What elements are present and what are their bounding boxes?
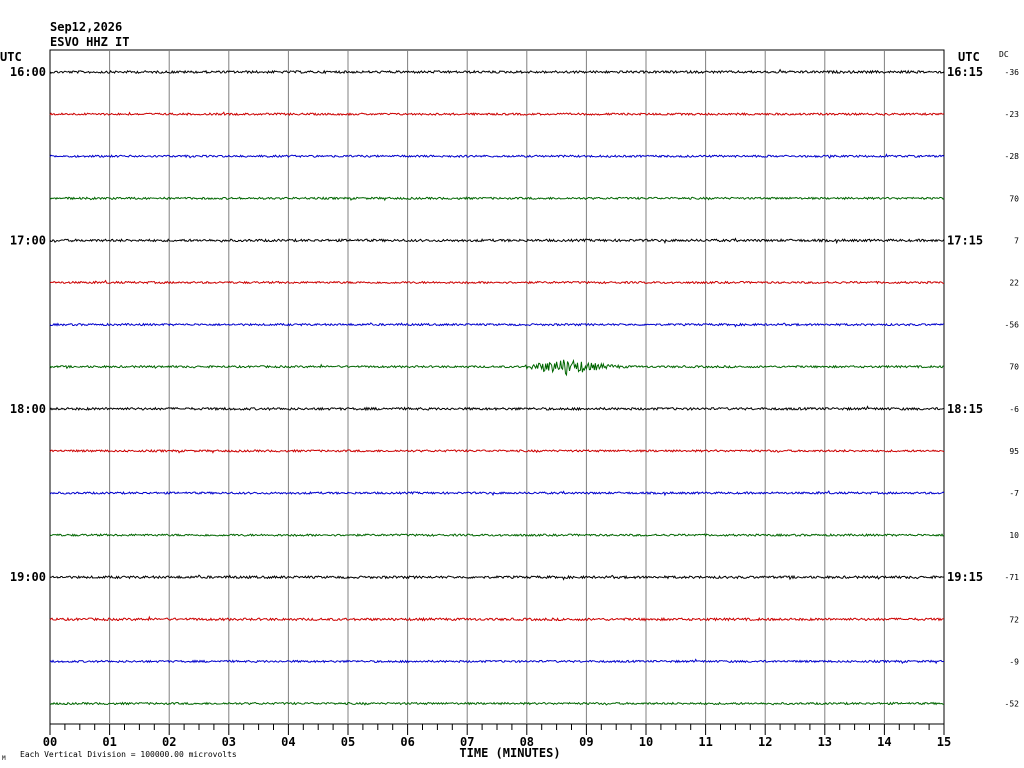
- dc-offset-label: 70: [1009, 363, 1019, 372]
- x-tick-label: 11: [698, 735, 712, 749]
- dc-offset-label: -6: [1009, 405, 1019, 414]
- left-time-label: 19:00: [10, 570, 46, 584]
- dc-offset-label: -36: [1005, 68, 1020, 77]
- x-tick-label: 14: [877, 735, 891, 749]
- x-tick-label: 03: [222, 735, 236, 749]
- right-time-label: 16:15: [947, 65, 983, 79]
- footer-mark: M: [2, 755, 6, 762]
- x-tick-label: 12: [758, 735, 772, 749]
- x-tick-label: 02: [162, 735, 176, 749]
- dc-offset-label: 70: [1009, 194, 1019, 203]
- dc-offset-label: -71: [1005, 573, 1020, 582]
- dc-offset-label: 7: [1014, 236, 1019, 245]
- x-tick-label: 06: [400, 735, 414, 749]
- left-time-label: 18:00: [10, 402, 46, 416]
- dc-offset-label: 95: [1009, 447, 1019, 456]
- dc-header-label: DC: [999, 50, 1009, 59]
- dc-offset-label: -28: [1005, 152, 1020, 161]
- x-tick-label: 05: [341, 735, 355, 749]
- header-station: ESVO HHZ IT: [50, 35, 129, 49]
- left-time-label: 16:00: [10, 65, 46, 79]
- right-time-label: 17:15: [947, 233, 983, 247]
- dc-offset-label: -52: [1005, 700, 1020, 709]
- x-tick-label: 15: [937, 735, 951, 749]
- helicorder-chart: Sep12,2026 ESVO HHZ IT UTC UTC DC 16:00 1…: [0, 0, 1024, 768]
- dc-offset-label: -23: [1005, 110, 1020, 119]
- right-utc-label: UTC: [958, 50, 980, 64]
- footer-scale-note: Each Vertical Division = 100000.00 micro…: [20, 750, 237, 759]
- x-tick-label: 13: [818, 735, 832, 749]
- dc-offset-label: 22: [1009, 279, 1019, 288]
- x-tick-label: 04: [281, 735, 295, 749]
- helicorder-page: Sep12,2026 ESVO HHZ IT UTC UTC DC 16:00 1…: [0, 0, 1024, 768]
- right-time-label: 19:15: [947, 570, 983, 584]
- right-time-label: 18:15: [947, 402, 983, 416]
- x-tick-label: 10: [639, 735, 653, 749]
- left-utc-label: UTC: [0, 50, 22, 64]
- header-date: Sep12,2026: [50, 20, 122, 34]
- x-tick-label: 00: [43, 735, 57, 749]
- left-time-label: 17:00: [10, 233, 46, 247]
- dc-offset-label: -7: [1009, 489, 1019, 498]
- dc-offset-label: 72: [1009, 615, 1019, 624]
- x-tick-label: 09: [579, 735, 593, 749]
- x-axis-title: TIME (MINUTES): [459, 746, 560, 760]
- x-tick-label: 01: [102, 735, 116, 749]
- dc-offset-label: -56: [1005, 321, 1020, 330]
- dc-offset-label: -9: [1009, 657, 1019, 666]
- dc-offset-label: 10: [1009, 531, 1019, 540]
